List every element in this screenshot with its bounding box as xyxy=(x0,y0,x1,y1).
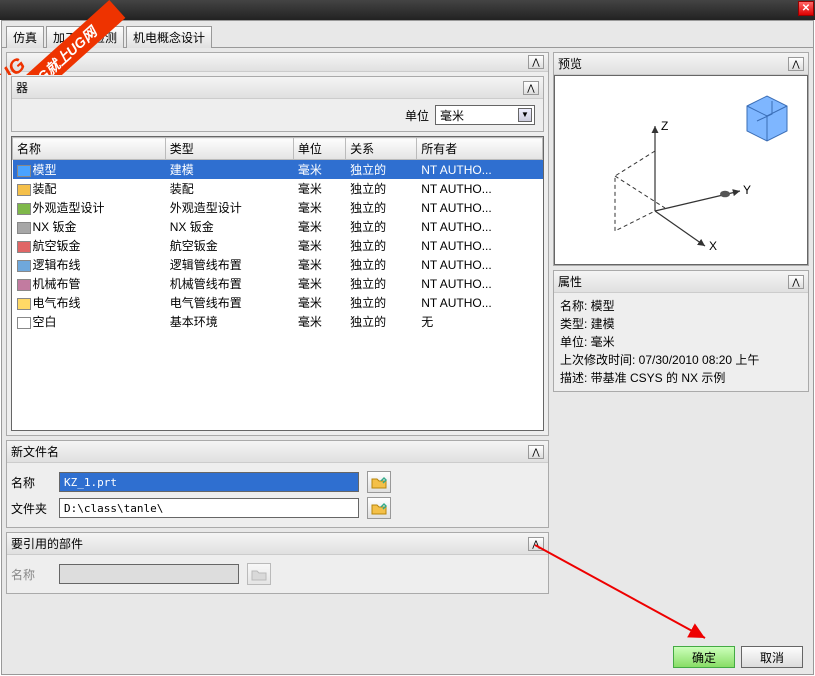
refpart-name-label: 名称 xyxy=(11,566,51,583)
unit-label: 单位 xyxy=(405,107,429,124)
folder-label: 文件夹 xyxy=(11,500,51,517)
table-row[interactable]: 外观造型设计外观造型设计毫米独立的NT AUTHO... xyxy=(13,198,543,217)
property-line: 类型: 建模 xyxy=(560,315,802,333)
property-line: 单位: 毫米 xyxy=(560,333,802,351)
table-row[interactable]: 逻辑布线逻辑管线布置毫米独立的NT AUTHO... xyxy=(13,255,543,274)
property-line: 描述: 带基准 CSYS 的 NX 示例 xyxy=(560,369,802,387)
column-header[interactable]: 所有者 xyxy=(417,138,543,160)
file-icon xyxy=(17,184,31,196)
table-row[interactable]: 电气布线电气管线布置毫米独立的NT AUTHO... xyxy=(13,293,543,312)
filter-section-title: 器 xyxy=(16,79,28,96)
panel-newfile-title: 新文件名 xyxy=(11,443,59,460)
column-header[interactable]: 单位 xyxy=(293,138,345,160)
panel-properties: 属性 ⋀ 名称: 模型类型: 建模单位: 毫米上次修改时间: 07/30/201… xyxy=(553,270,809,392)
panel-refpart: 要引用的部件 ⋀ 名称 xyxy=(6,532,549,594)
column-header[interactable]: 类型 xyxy=(165,138,293,160)
panel-properties-title: 属性 xyxy=(558,273,582,290)
column-header[interactable]: 关系 xyxy=(346,138,417,160)
file-icon xyxy=(17,222,31,234)
table-row[interactable]: 装配装配毫米独立的NT AUTHO... xyxy=(13,179,543,198)
svg-text:X: X xyxy=(709,239,717,253)
browse-folder-button[interactable] xyxy=(367,497,391,519)
folder-icon xyxy=(371,475,387,489)
svg-text:Y: Y xyxy=(743,183,751,197)
folder-input[interactable] xyxy=(59,498,359,518)
panel-preview: 预览 ⋀ Z Y X xyxy=(553,52,809,266)
collapse-icon[interactable]: ⋀ xyxy=(788,57,804,71)
column-header[interactable]: 名称 xyxy=(13,138,166,160)
table-row[interactable]: NX 钣金NX 钣金毫米独立的NT AUTHO... xyxy=(13,217,543,236)
collapse-icon[interactable]: ⋀ xyxy=(528,445,544,459)
tab-inspection[interactable]: 检测 xyxy=(86,26,124,48)
dialog: 仿真 加工 检测 机电概念设计 ⋀ 器 ⋀ xyxy=(1,20,814,675)
panel-newfile: 新文件名 ⋀ 名称 文件夹 xyxy=(6,440,549,528)
panel-templates: ⋀ 器 ⋀ 单位 毫米 ▼ xyxy=(6,52,549,436)
table-row[interactable]: 航空钣金航空钣金毫米独立的NT AUTHO... xyxy=(13,236,543,255)
axes-icon: Z Y X xyxy=(595,116,765,256)
file-icon xyxy=(17,279,31,291)
file-icon xyxy=(17,165,31,177)
folder-icon xyxy=(371,501,387,515)
template-table[interactable]: 名称类型单位关系所有者 模型建模毫米独立的NT AUTHO...装配装配毫米独立… xyxy=(11,136,544,431)
refpart-browse-button xyxy=(247,563,271,585)
property-line: 名称: 模型 xyxy=(560,297,802,315)
name-label: 名称 xyxy=(11,474,51,491)
ok-button[interactable]: 确定 xyxy=(673,646,735,668)
browse-file-button[interactable] xyxy=(367,471,391,493)
panel-preview-title: 预览 xyxy=(558,55,582,72)
property-line: 上次修改时间: 07/30/2010 08:20 上午 xyxy=(560,351,802,369)
tab-manufacturing[interactable]: 加工 xyxy=(46,26,84,48)
table-row[interactable]: 机械布管机械管线布置毫米独立的NT AUTHO... xyxy=(13,274,543,293)
collapse-icon[interactable]: ⋀ xyxy=(528,537,544,551)
filename-input[interactable] xyxy=(59,472,359,492)
close-icon[interactable]: ✕ xyxy=(798,1,814,16)
collapse-icon[interactable]: ⋀ xyxy=(788,275,804,289)
tab-mechatronics[interactable]: 机电概念设计 xyxy=(126,26,212,48)
folder-icon xyxy=(251,567,267,581)
tab-simulation[interactable]: 仿真 xyxy=(6,26,44,48)
collapse-icon[interactable]: ⋀ xyxy=(528,55,544,69)
file-icon xyxy=(17,203,31,215)
table-row[interactable]: 模型建模毫米独立的NT AUTHO... xyxy=(13,160,543,180)
unit-dropdown[interactable]: 毫米 ▼ xyxy=(435,105,535,125)
table-row[interactable]: 空白基本环境毫米独立的无 xyxy=(13,312,543,331)
refpart-input xyxy=(59,564,239,584)
panel-refpart-title: 要引用的部件 xyxy=(11,535,83,552)
file-icon xyxy=(17,317,31,329)
tab-bar: 仿真 加工 检测 机电概念设计 xyxy=(2,21,813,48)
titlebar: ✕ xyxy=(0,0,815,20)
preview-viewport: Z Y X xyxy=(554,75,808,265)
collapse-icon[interactable]: ⋀ xyxy=(523,81,539,95)
file-icon xyxy=(17,260,31,272)
unit-value: 毫米 xyxy=(440,107,464,124)
chevron-down-icon: ▼ xyxy=(518,108,532,122)
svg-text:Z: Z xyxy=(661,119,668,133)
cancel-button[interactable]: 取消 xyxy=(741,646,803,668)
dialog-footer: 确定 取消 xyxy=(2,640,813,674)
properties-content: 名称: 模型类型: 建模单位: 毫米上次修改时间: 07/30/2010 08:… xyxy=(554,293,808,391)
file-icon xyxy=(17,241,31,253)
file-icon xyxy=(17,298,31,310)
